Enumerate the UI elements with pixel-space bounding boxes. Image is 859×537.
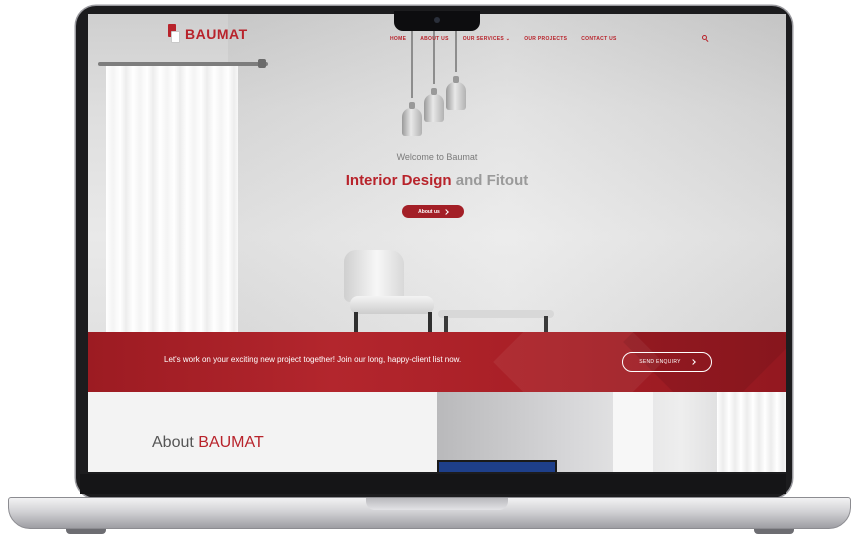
about-title-prefix: About	[152, 434, 194, 451]
cta-text: Let's work on your exciting new project …	[164, 355, 462, 364]
curtain-rod	[98, 62, 268, 66]
nav-our-services[interactable]: OUR SERVICES ⌄	[463, 36, 510, 42]
photo-window	[613, 392, 653, 472]
chair-leg	[428, 312, 432, 332]
monitor-image	[437, 460, 557, 472]
camera-icon	[434, 17, 440, 23]
chevron-right-icon	[442, 208, 449, 215]
cta-band: Let's work on your exciting new project …	[88, 332, 786, 392]
photo-curtain	[717, 392, 786, 472]
headline-accent: Interior Design	[345, 172, 452, 189]
search-icon[interactable]	[702, 35, 709, 42]
pendant-lamp-icon	[402, 102, 422, 136]
about-title: About BAUMAT	[152, 434, 264, 452]
nav-home[interactable]: HOME	[390, 36, 406, 42]
armchair-image	[344, 250, 404, 302]
nav-contact-us[interactable]: CONTACT US	[581, 36, 616, 42]
site-logo[interactable]: BAUMAT	[168, 24, 248, 44]
pendant-lamp-icon	[424, 88, 444, 122]
about-title-accent: BAUMAT	[198, 434, 264, 451]
laptop-foot	[754, 529, 794, 534]
armchair-seat	[350, 296, 434, 314]
send-enquiry-button[interactable]: SEND ENQUIRY	[622, 352, 712, 372]
bench-leg	[544, 316, 548, 332]
nav-our-projects[interactable]: OUR PROJECTS	[524, 36, 567, 42]
headline-rest: and Fitout	[455, 172, 529, 189]
laptop-foot	[66, 529, 106, 534]
chevron-right-icon	[689, 359, 696, 365]
curtain-rod-end	[258, 59, 266, 68]
curtain-image	[106, 62, 238, 332]
logo-text: BAUMAT	[185, 26, 248, 42]
laptop-screen: BAUMAT HOME ABOUT US OUR SERVICES ⌄ OUR …	[88, 14, 786, 472]
laptop-thumb-groove	[366, 498, 508, 510]
laptop-chin	[80, 474, 786, 494]
main-nav: HOME ABOUT US OUR SERVICES ⌄ OUR PROJECT…	[390, 36, 617, 42]
hero-welcome-text: Welcome to Baumat	[396, 152, 478, 162]
about-us-button-label: About us	[418, 208, 440, 215]
pendant-lamp-icon	[446, 76, 466, 110]
nav-about-us[interactable]: ABOUT US	[420, 36, 449, 42]
hero-section: BAUMAT HOME ABOUT US OUR SERVICES ⌄ OUR …	[88, 14, 786, 332]
about-us-button[interactable]: About us	[402, 205, 464, 218]
about-photo	[437, 392, 786, 472]
about-section: About BAUMAT	[88, 392, 437, 472]
hero-headline: Interior Design and Fitout	[88, 172, 786, 189]
bench-image	[438, 310, 554, 318]
camera-notch	[394, 11, 480, 31]
baumat-logo-icon	[168, 24, 180, 44]
send-enquiry-label: SEND ENQUIRY	[639, 359, 681, 365]
chair-leg	[354, 312, 358, 332]
bench-leg	[444, 316, 448, 332]
